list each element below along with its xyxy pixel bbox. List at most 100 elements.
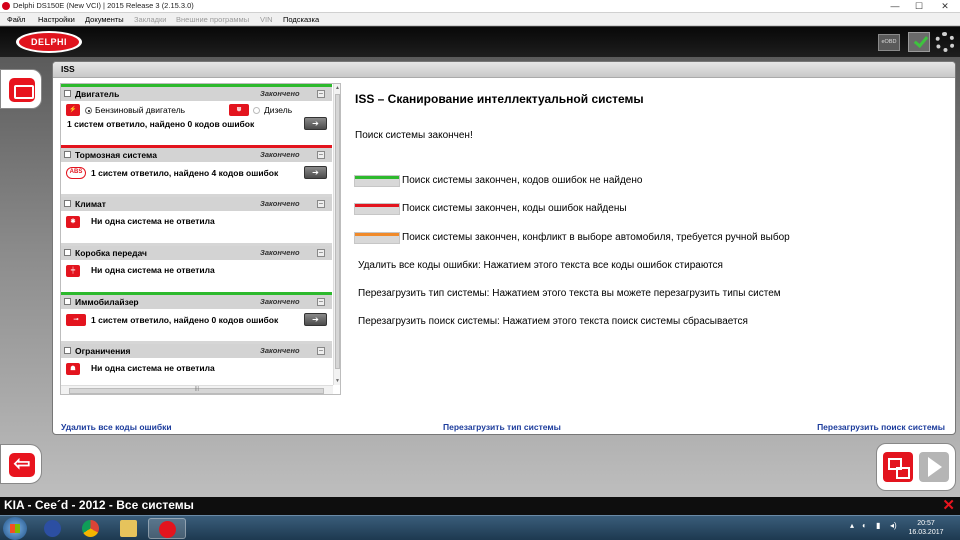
collapse-icon[interactable]: –	[317, 90, 325, 98]
group-checkbox[interactable]	[64, 90, 71, 97]
taskbar-chrome[interactable]	[72, 518, 110, 539]
tray-network-icon[interactable]: ◐	[862, 521, 867, 530]
app-icon	[44, 520, 61, 537]
open-system-button[interactable]: ➔	[304, 117, 327, 130]
eobd-button[interactable]: eOBD	[878, 34, 900, 51]
group-header[interactable]: Ограничения Закончено –	[61, 344, 332, 358]
group-checkbox[interactable]	[64, 151, 71, 158]
menu-settings[interactable]: Настройки	[38, 15, 75, 24]
group-status: Закончено	[260, 346, 300, 355]
system-group-engine: Двигатель Закончено – ⚡ Бензиновый двига…	[61, 84, 332, 130]
group-result: 1 систем ответило, найдено 0 кодов ошибо…	[67, 119, 255, 129]
group-result: Ни одна система не ответила	[91, 216, 215, 226]
window-title: Delphi DS150E (New VCI) | 2015 Release 3…	[13, 1, 194, 10]
vehicle-status-bar: KIA - Cee´d - 2012 - Все системы ✕	[0, 497, 960, 515]
tray-power-icon[interactable]: ▮	[876, 521, 880, 530]
group-name: Тормозная система	[75, 150, 157, 160]
delphi-logo: DELPHI	[16, 31, 82, 53]
group-checkbox[interactable]	[64, 200, 71, 207]
start-button[interactable]	[3, 517, 27, 540]
group-status: Закончено	[260, 150, 300, 159]
group-status: Закончено	[260, 199, 300, 208]
system-group-gearbox: Коробка передач Закончено – ╪ Ни одна си…	[61, 243, 332, 289]
group-header[interactable]: Тормозная система Закончено –	[61, 148, 332, 162]
details-title: ISS – Сканирование интеллектуальной сист…	[355, 92, 644, 106]
back-button[interactable]: ⇦	[0, 444, 42, 484]
menu-documents[interactable]: Документы	[85, 15, 124, 24]
system-clock[interactable]: 20:57 16.03.2017	[906, 519, 946, 537]
menu-file[interactable]: Файл	[7, 15, 25, 24]
legend-text: Поиск системы закончен, конфликт в выбор…	[402, 232, 790, 243]
next-arrow-icon[interactable]	[919, 452, 949, 482]
details-pane: ISS – Сканирование интеллектуальной сист…	[346, 83, 954, 395]
petrol-radio[interactable]	[85, 107, 92, 114]
app-header: DELPHI eOBD	[0, 27, 960, 57]
taskbar-explorer[interactable]	[110, 518, 148, 539]
diesel-option-label: Дизель	[264, 105, 293, 115]
collapse-icon[interactable]: –	[317, 249, 325, 257]
petrol-option-label: Бензиновый двигатель	[95, 105, 186, 115]
group-status: Закончено	[260, 248, 300, 257]
collapse-icon[interactable]: –	[317, 347, 325, 355]
open-system-button[interactable]: ➔	[304, 313, 327, 326]
bottom-toolbar	[876, 443, 956, 491]
legend-swatch-red	[354, 203, 400, 215]
vertical-scrollbar[interactable]: ▲ ▼	[333, 84, 340, 385]
group-checkbox[interactable]	[64, 347, 71, 354]
collapse-icon[interactable]: –	[317, 151, 325, 159]
chrome-icon	[82, 520, 99, 537]
group-name: Иммобилайзер	[75, 297, 139, 307]
check-icon[interactable]	[908, 32, 930, 52]
menu-vin[interactable]: VIN	[260, 15, 273, 24]
clear-codes-link[interactable]: Удалить все коды ошибки	[61, 422, 172, 432]
logo-text: DELPHI	[19, 33, 79, 51]
close-window-button[interactable]: ✕	[932, 0, 958, 12]
system-list: Двигатель Закончено – ⚡ Бензиновый двига…	[60, 83, 341, 395]
climate-icon: ✱	[66, 216, 80, 228]
group-header[interactable]: Двигатель Закончено –	[61, 87, 332, 101]
group-result: Ни одна система не ответила	[91, 363, 215, 373]
scroll-down-icon[interactable]: ▼	[334, 377, 340, 385]
group-header[interactable]: Климат Закончено –	[61, 197, 332, 211]
group-name: Климат	[75, 199, 106, 209]
reload-system-type-link[interactable]: Перезагрузить тип системы	[443, 422, 561, 432]
abs-icon: ABS	[66, 167, 86, 179]
reload-system-search-link[interactable]: Перезагрузить поиск системы	[817, 422, 945, 432]
close-vehicle-icon[interactable]: ✕	[942, 496, 955, 514]
menu-external-programs[interactable]: Внешние программы	[176, 15, 249, 24]
scroll-grip-icon: |||	[195, 386, 199, 392]
menu-bookmarks[interactable]: Закладки	[134, 15, 166, 24]
diesel-radio[interactable]	[253, 107, 260, 114]
group-checkbox[interactable]	[64, 249, 71, 256]
scan-mode-button[interactable]	[0, 69, 42, 109]
minimize-button[interactable]: —	[884, 0, 906, 12]
taskbar-app-1[interactable]	[34, 518, 72, 539]
vehicle-scan-icon	[9, 78, 35, 102]
taskbar-delphi[interactable]	[148, 518, 186, 539]
diesel-glowplug-icon: ⋓	[229, 104, 249, 116]
scroll-up-icon[interactable]: ▲	[334, 84, 340, 92]
maximize-button[interactable]: ☐	[908, 0, 930, 12]
group-result: Ни одна система не ответила	[91, 265, 215, 275]
scroll-thumb[interactable]	[335, 94, 340, 369]
system-group-restraints: Ограничения Закончено – ☗ Ни одна систем…	[61, 341, 332, 387]
group-header[interactable]: Коробка передач Закончено –	[61, 246, 332, 260]
window-title-bar: Delphi DS150E (New VCI) | 2015 Release 3…	[0, 0, 960, 13]
group-header[interactable]: Иммобилайзер Закончено –	[61, 295, 332, 309]
horizontal-scrollbar[interactable]: |||	[61, 385, 333, 394]
group-status: Закончено	[260, 297, 300, 306]
collapse-icon[interactable]: –	[317, 298, 325, 306]
tray-volume-icon[interactable]: ◂)	[890, 521, 897, 530]
group-name: Коробка передач	[75, 248, 147, 258]
legend-swatch-orange	[354, 232, 400, 244]
tray-expand-icon[interactable]: ▴	[850, 521, 854, 530]
group-checkbox[interactable]	[64, 298, 71, 305]
tab-iss[interactable]: ISS	[53, 62, 955, 78]
group-result: 1 систем ответило, найдено 4 кодов ошибо…	[91, 168, 279, 178]
taskbar: ▴ ◐ ▮ ◂) 20:57 16.03.2017	[0, 515, 960, 540]
open-system-button[interactable]: ➔	[304, 166, 327, 179]
tab-iss-label: ISS	[61, 64, 75, 74]
collapse-icon[interactable]: –	[317, 200, 325, 208]
menu-help[interactable]: Подсказка	[283, 15, 319, 24]
print-report-icon[interactable]	[883, 452, 913, 482]
